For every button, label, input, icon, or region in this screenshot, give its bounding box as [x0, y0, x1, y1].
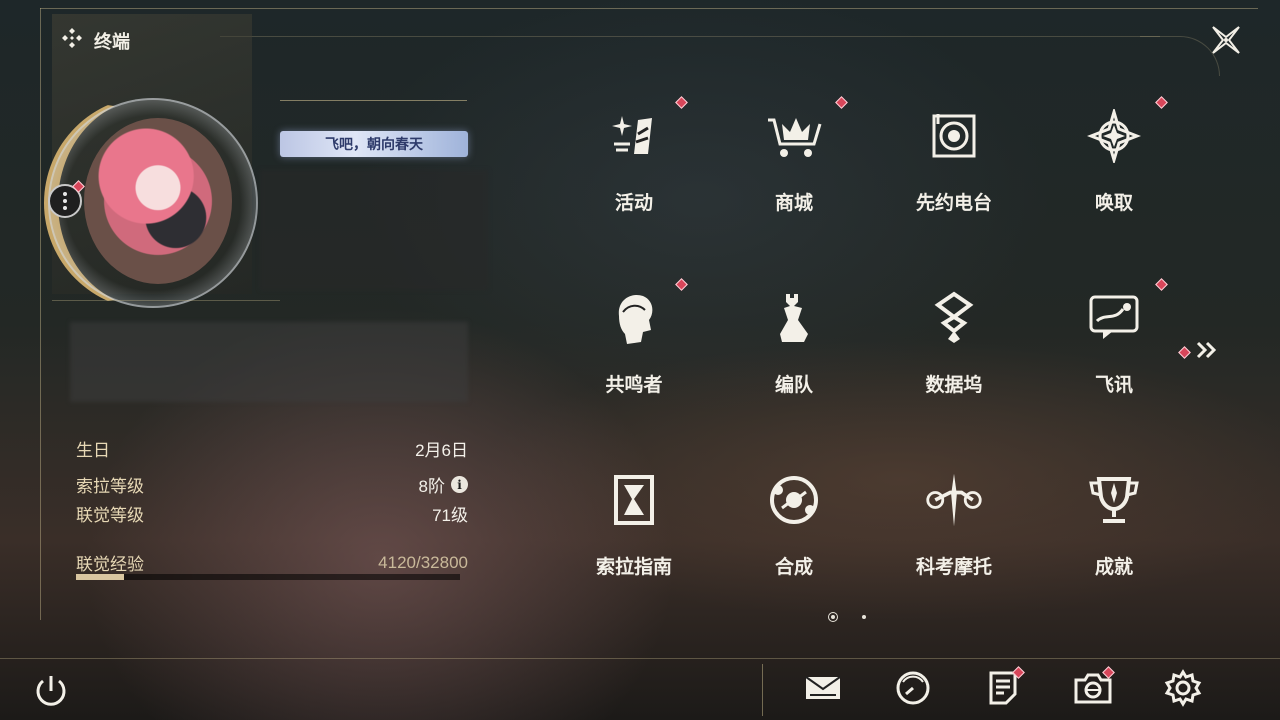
close-button[interactable]: [1206, 22, 1246, 62]
stat-value: 2月6日: [415, 441, 468, 460]
menu-item-label: 商城: [774, 193, 813, 214]
title-badge-text: 飞吧，朝向春天: [325, 136, 423, 152]
notice-document-icon: [988, 670, 1018, 710]
double-chevron-right-icon: [1195, 340, 1219, 364]
power-button[interactable]: [32, 672, 72, 712]
notice-button[interactable]: [981, 666, 1025, 712]
terminal-header: 终端: [60, 26, 130, 55]
menu-item-motorbike[interactable]: 科考摩托: [874, 444, 1034, 614]
mail-icon: [804, 673, 842, 707]
menu-item-achievements[interactable]: 成就: [1034, 444, 1194, 614]
info-icon[interactable]: i: [451, 476, 468, 493]
menu-item-label: 活动: [614, 193, 653, 214]
avatar[interactable]: [84, 118, 232, 284]
menu-item-label: 索拉指南: [595, 557, 672, 578]
blurred-signature-area: [70, 322, 468, 402]
notification-badge: [835, 96, 848, 109]
menu-item-label: 数据坞: [925, 375, 983, 396]
menu-item-label: 共鸣者: [605, 375, 663, 396]
guide-book-icon: [604, 470, 664, 530]
character-profile-icon: [604, 288, 664, 348]
mail-button[interactable]: [801, 668, 845, 712]
menu-item-data-dock[interactable]: 数据坞: [874, 262, 1034, 432]
menu-item-label: 编队: [774, 375, 813, 396]
notification-badge: [1155, 278, 1168, 291]
power-icon: [32, 676, 70, 714]
clock-button[interactable]: [891, 668, 935, 712]
menu-item-shop[interactable]: 商城: [714, 80, 874, 250]
menu-item-label: 成就: [1094, 557, 1133, 578]
diamond-cluster-icon: [60, 26, 84, 55]
trophy-icon: [1084, 470, 1144, 530]
bottom-bar-line: [0, 658, 1280, 659]
menu-item-label: 飞讯: [1094, 375, 1133, 396]
title-badge[interactable]: 飞吧，朝向春天: [280, 131, 468, 157]
shop-cart-icon: [764, 106, 824, 166]
profile-divider: [52, 300, 280, 301]
synthesis-icon: [764, 470, 824, 530]
settings-button[interactable]: [1161, 668, 1205, 712]
menu-item-team[interactable]: 编队: [714, 262, 874, 432]
notification-badge: [675, 96, 688, 109]
stat-birthday: 生日 2月6日: [76, 436, 468, 461]
blurred-name-area: [260, 170, 488, 290]
notification-badge: [1155, 96, 1168, 109]
data-dock-icon: [924, 288, 984, 348]
bottom-divider: [762, 664, 763, 716]
page-dot[interactable]: [862, 615, 866, 619]
compass-star-icon: [1084, 106, 1144, 166]
exp-value: 4120/32800: [378, 552, 468, 572]
exp-progress-bar: [76, 574, 460, 580]
sparkle-activity-icon: [604, 106, 664, 166]
menu-item-messages[interactable]: 飞讯: [1034, 262, 1194, 432]
menu-item-label: 唤取: [1094, 193, 1133, 214]
name-divider: [280, 100, 467, 101]
stat-label: 索拉等级: [76, 477, 144, 496]
menu-item-label: 科考摩托: [915, 557, 992, 578]
menu-item-label: 先约电台: [915, 193, 992, 214]
menu-grid: 活动 商城 先约电台 唤取 共鸣者 编队 数据坞 飞讯 索拉指南 合成 科考摩托…: [554, 80, 1194, 600]
stat-union-level: 联觉等级 71级: [76, 501, 468, 526]
menu-item-activity[interactable]: 活动: [554, 80, 714, 250]
menu-item-summon[interactable]: 唤取: [1034, 80, 1194, 250]
page-dot-active[interactable]: [828, 612, 838, 622]
stat-sola-level: 索拉等级 8阶 i: [76, 472, 468, 497]
frame-inner-line: [220, 36, 1160, 37]
exp-progress-fill: [76, 574, 125, 580]
camera-button[interactable]: [1071, 666, 1115, 712]
radio-record-icon: [924, 106, 984, 166]
notification-badge: [675, 278, 688, 291]
settings-gear-icon: [1164, 669, 1202, 711]
message-chat-icon: [1084, 288, 1144, 348]
stat-value: 8阶: [418, 477, 445, 496]
menu-item-guide[interactable]: 索拉指南: [554, 444, 714, 614]
close-x-icon: [1209, 23, 1243, 61]
stat-union-exp: 联觉经验 4120/32800: [76, 550, 468, 575]
motorbike-icon: [924, 470, 984, 530]
next-page-button[interactable]: [1178, 340, 1219, 364]
clock-gauge-icon: [895, 670, 931, 710]
frame-top-line: [40, 8, 1258, 9]
frame-left-line: [40, 8, 41, 620]
stat-label: 生日: [76, 441, 110, 460]
menu-item-resonators[interactable]: 共鸣者: [554, 262, 714, 432]
stat-value: 71级: [432, 506, 468, 525]
stat-value-wrap: 8阶 i: [419, 472, 468, 497]
stat-label: 联觉经验: [76, 555, 144, 574]
page-title: 终端: [94, 31, 130, 52]
menu-item-label: 合成: [774, 557, 813, 578]
stat-label: 联觉等级: [76, 506, 144, 525]
page-indicator: [828, 612, 866, 622]
chess-team-icon: [764, 288, 824, 348]
menu-item-synthesis[interactable]: 合成: [714, 444, 874, 614]
menu-item-radio[interactable]: 先约电台: [874, 80, 1034, 250]
notification-badge: [1178, 345, 1191, 359]
